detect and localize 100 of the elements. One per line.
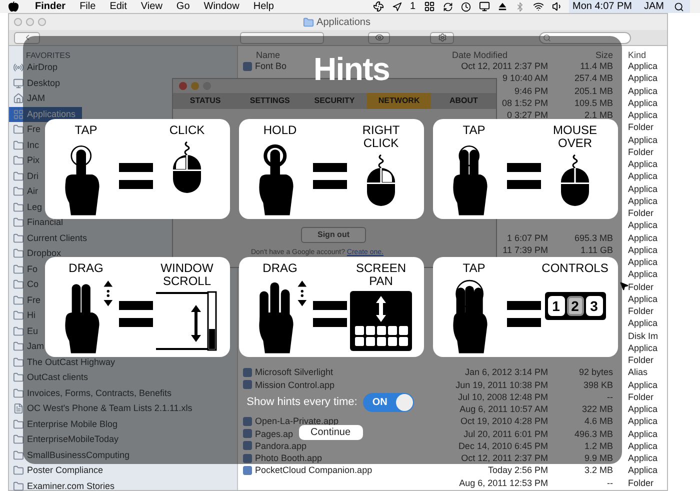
hints-title: Hints xyxy=(313,50,390,88)
wifi-icon[interactable] xyxy=(532,1,544,12)
file-kind: Folder xyxy=(628,478,654,488)
folder-icon xyxy=(13,372,24,384)
continue-button[interactable]: Continue xyxy=(298,425,362,440)
file-name[interactable]: PocketCloud Companion.app xyxy=(255,464,372,476)
sidebar-item[interactable]: Leg xyxy=(9,200,42,215)
eject-icon[interactable] xyxy=(498,2,507,11)
folder-icon xyxy=(302,16,314,28)
date-modified: Oct 12, 2011 2:37 PM xyxy=(461,452,548,464)
sidebar-item[interactable]: EnterpriseMobileToday xyxy=(9,432,119,448)
file-name[interactable]: Microsoft Silverlight xyxy=(255,366,334,378)
sidebar-item[interactable]: Fo xyxy=(9,262,38,277)
arrow-icon[interactable] xyxy=(392,2,402,12)
grid-icon[interactable] xyxy=(424,1,435,12)
sidebar-item[interactable]: Applications xyxy=(9,106,82,122)
tab[interactable]: SECURITY xyxy=(302,93,367,109)
file-name[interactable]: Pandora.app xyxy=(255,440,307,452)
sidebar-item[interactable]: SmallBusinessComputing xyxy=(9,448,130,463)
sidebar-item[interactable]: Dri xyxy=(9,168,38,184)
file-size: 496.3 MB xyxy=(574,428,613,440)
sidebar-item[interactable]: AirDrop xyxy=(9,60,58,76)
sidebar-item[interactable]: Dropbox xyxy=(9,246,62,262)
action-button[interactable] xyxy=(430,32,454,44)
sidebar-item[interactable]: JAM xyxy=(9,91,45,106)
show-hints-toggle[interactable]: ON xyxy=(363,393,414,412)
mouse-icon xyxy=(365,153,397,207)
bluetooth-icon[interactable] xyxy=(514,2,525,12)
user-menu[interactable]: JAM xyxy=(644,2,664,12)
sidebar-item[interactable]: OutCast clients xyxy=(9,370,88,386)
sidebar-item[interactable]: The OutCast Highway xyxy=(9,354,116,370)
sign-out-button[interactable]: Sign out xyxy=(301,227,366,243)
menu-item[interactable]: Go xyxy=(176,2,190,12)
sidebar-item[interactable]: Fre xyxy=(9,122,40,138)
clock-icon[interactable] xyxy=(460,2,471,12)
monitor-icon[interactable] xyxy=(478,1,490,12)
sidebar-item[interactable]: Inc xyxy=(9,138,40,153)
menu-item[interactable]: Edit xyxy=(110,2,127,12)
sidebar-item[interactable]: OC West's Phone & Team Lists 2.1.11.xls xyxy=(9,401,192,416)
sidebar-item[interactable]: Enterprise Mobile Blog xyxy=(9,416,118,432)
fan-icon[interactable] xyxy=(372,1,384,12)
date-modified: Oct 12, 2011 2:37 PM xyxy=(461,60,548,72)
sync-icon[interactable] xyxy=(442,2,453,12)
folder-icon xyxy=(13,310,24,322)
sidebar-item[interactable]: Pix xyxy=(9,153,40,168)
menu-clock[interactable]: Mon 4:07 PM xyxy=(572,2,632,12)
file-kind: Applica xyxy=(628,453,658,464)
search-icon[interactable] xyxy=(674,2,684,12)
folder-icon xyxy=(13,388,24,399)
sidebar-item[interactable]: Air xyxy=(9,184,38,200)
tab[interactable]: NETWORK xyxy=(366,93,432,109)
gesture-label: HOLD xyxy=(263,124,297,137)
file-kind: Folder xyxy=(628,208,654,218)
sidebar-item[interactable]: Jam xyxy=(9,339,44,354)
tab[interactable]: STATUS xyxy=(173,93,238,109)
status-count[interactable]: 1 xyxy=(410,2,416,12)
volume-icon[interactable] xyxy=(552,1,563,12)
tab[interactable]: ABOUT xyxy=(431,93,496,109)
sidebar-item[interactable]: Invoices, Forms, Contracts, Benefits xyxy=(9,386,172,401)
sidebar-item[interactable]: Desktop xyxy=(9,76,60,91)
folder-icon xyxy=(13,450,24,461)
menu-item[interactable]: File xyxy=(80,2,96,12)
file-kind: Applica xyxy=(628,257,658,268)
sidebar-item[interactable]: Examiner.com Stories xyxy=(9,478,115,491)
window-title: Applications xyxy=(316,16,370,30)
column-header[interactable]: Size xyxy=(548,49,613,61)
back-button[interactable] xyxy=(14,32,40,44)
menu-item[interactable]: View xyxy=(140,2,162,12)
apple-icon[interactable] xyxy=(8,1,19,12)
menu-item[interactable]: Help xyxy=(253,2,274,12)
folder-icon xyxy=(13,140,24,151)
date-modified: Jun 19, 2011 10:38 PM xyxy=(456,378,548,391)
app-menu[interactable]: Finder xyxy=(35,2,66,12)
file-name[interactable]: Font Bo xyxy=(255,60,287,72)
column-header[interactable]: Date Modified xyxy=(448,49,548,61)
tab[interactable]: SETTINGS xyxy=(238,93,302,109)
file-name[interactable]: Photo Booth.app xyxy=(255,452,322,464)
mouse-icon xyxy=(171,140,203,194)
sidebar-item[interactable]: Co xyxy=(9,277,39,292)
sidebar-item[interactable]: Poster Compliance xyxy=(9,463,104,478)
mouse-icon xyxy=(559,153,591,207)
sidebar-item[interactable]: Eu xyxy=(9,324,38,339)
folder-icon xyxy=(13,186,24,198)
quick-look-button[interactable] xyxy=(368,32,390,44)
file-size: 11.4 MB xyxy=(580,60,613,72)
antenna-icon xyxy=(13,62,24,74)
gesture-label: DRAG xyxy=(68,262,104,275)
view-switcher[interactable] xyxy=(240,32,324,44)
file-kind: Applica xyxy=(628,404,658,414)
file-name[interactable]: Mission Control.app xyxy=(255,378,335,391)
file-name[interactable]: Open-La-Private.app xyxy=(255,415,339,428)
column-header[interactable]: Kind xyxy=(613,49,646,61)
menu-item[interactable]: Window xyxy=(204,2,240,12)
sidebar-item[interactable]: Fre xyxy=(9,292,40,308)
search-field[interactable] xyxy=(539,32,631,44)
sidebar-item[interactable]: Current Clients xyxy=(9,230,88,246)
file-size: 398 KB xyxy=(583,378,613,391)
file-name[interactable]: Pages.ap xyxy=(255,428,294,440)
sidebar-item[interactable]: Hi xyxy=(9,308,36,324)
sidebar-item[interactable]: Financial xyxy=(9,215,64,230)
